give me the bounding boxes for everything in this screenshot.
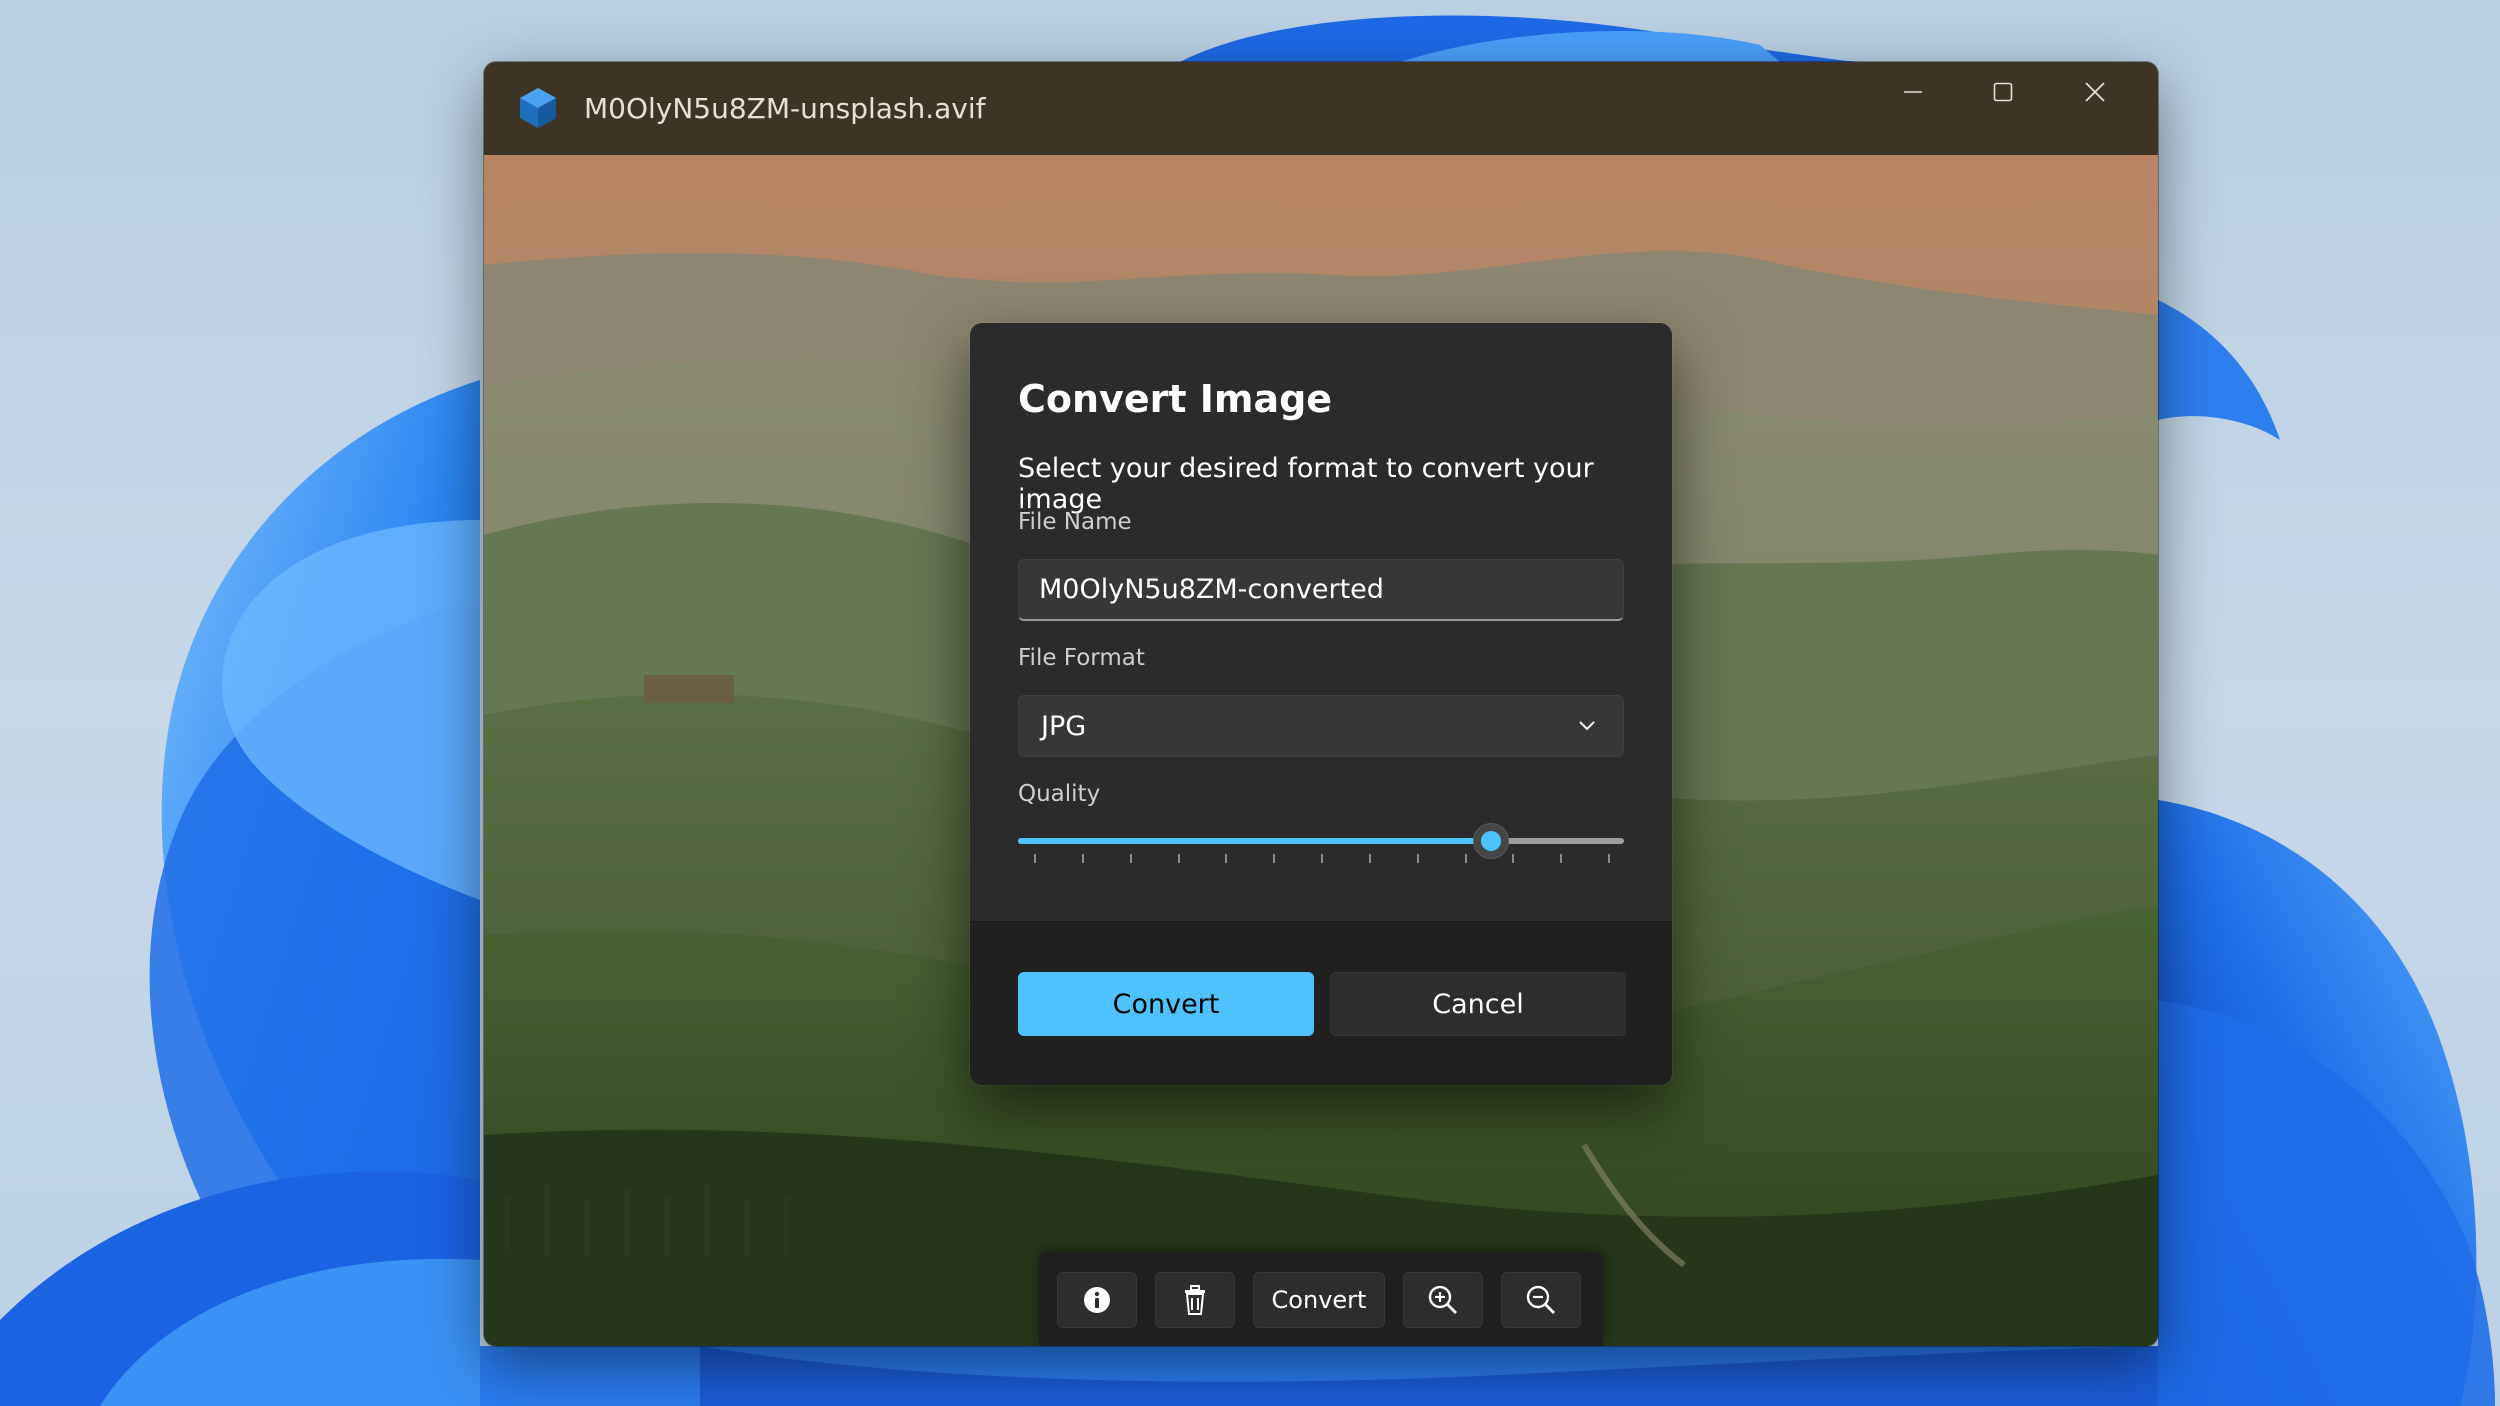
maximize-icon — [1993, 82, 2013, 102]
toolbar-convert-label: Convert — [1271, 1286, 1367, 1314]
slider-tick — [1417, 854, 1419, 863]
minimize-icon — [1904, 91, 1922, 93]
title-bar[interactable]: M0OlyN5u8ZM-unsplash.avif — [484, 62, 2158, 155]
dialog-title: Convert Image — [1018, 377, 1333, 421]
file-format-select[interactable]: JPG — [1018, 695, 1624, 757]
quality-slider-ticks — [1018, 854, 1624, 864]
app-logo-icon — [520, 88, 556, 128]
slider-tick — [1034, 854, 1036, 863]
slider-tick — [1465, 854, 1467, 863]
file-name-input[interactable] — [1018, 559, 1624, 621]
image-viewer-window: M0OlyN5u8ZM-unsplash.avif Convert Conver… — [484, 62, 2158, 1346]
file-format-value: JPG — [1041, 710, 1087, 742]
file-format-label: File Format — [1018, 645, 1145, 671]
dialog-footer: Convert Cancel — [970, 921, 1672, 1085]
chevron-down-icon — [1579, 721, 1595, 731]
quality-slider-track[interactable] — [1018, 823, 1624, 859]
file-name-label: File Name — [1018, 509, 1132, 535]
zoom-out-button[interactable] — [1501, 1272, 1581, 1328]
slider-tick — [1321, 854, 1323, 863]
quality-slider-fill — [1018, 838, 1491, 844]
minimize-button[interactable] — [1868, 62, 1958, 122]
maximize-button[interactable] — [1958, 62, 2048, 122]
info-icon — [1084, 1287, 1110, 1313]
delete-button[interactable] — [1155, 1272, 1235, 1328]
slider-tick — [1512, 854, 1514, 863]
convert-image-dialog: Convert Image Select your desired format… — [970, 323, 1672, 1085]
bottom-toolbar: Convert — [1039, 1252, 1603, 1346]
slider-tick — [1082, 854, 1084, 863]
zoom-in-icon — [1428, 1285, 1457, 1314]
window-title: M0OlyN5u8ZM-unsplash.avif — [584, 92, 986, 125]
toolbar-convert-button[interactable]: Convert — [1253, 1272, 1385, 1328]
quality-label: Quality — [1018, 781, 1101, 807]
slider-tick — [1608, 854, 1610, 863]
trash-icon — [1185, 1285, 1205, 1315]
slider-tick — [1273, 854, 1275, 863]
cancel-button[interactable]: Cancel — [1330, 972, 1626, 1036]
slider-tick — [1130, 854, 1132, 863]
info-button[interactable] — [1057, 1272, 1137, 1328]
convert-button[interactable]: Convert — [1018, 972, 1314, 1036]
close-icon — [2085, 82, 2105, 102]
dialog-subtitle: Select your desired format to convert yo… — [1018, 453, 1594, 515]
slider-tick — [1225, 854, 1227, 863]
slider-tick — [1369, 854, 1371, 863]
zoom-in-button[interactable] — [1403, 1272, 1483, 1328]
close-button[interactable] — [2050, 62, 2140, 122]
slider-tick — [1560, 854, 1562, 863]
zoom-out-icon — [1526, 1285, 1555, 1314]
slider-tick — [1178, 854, 1180, 863]
